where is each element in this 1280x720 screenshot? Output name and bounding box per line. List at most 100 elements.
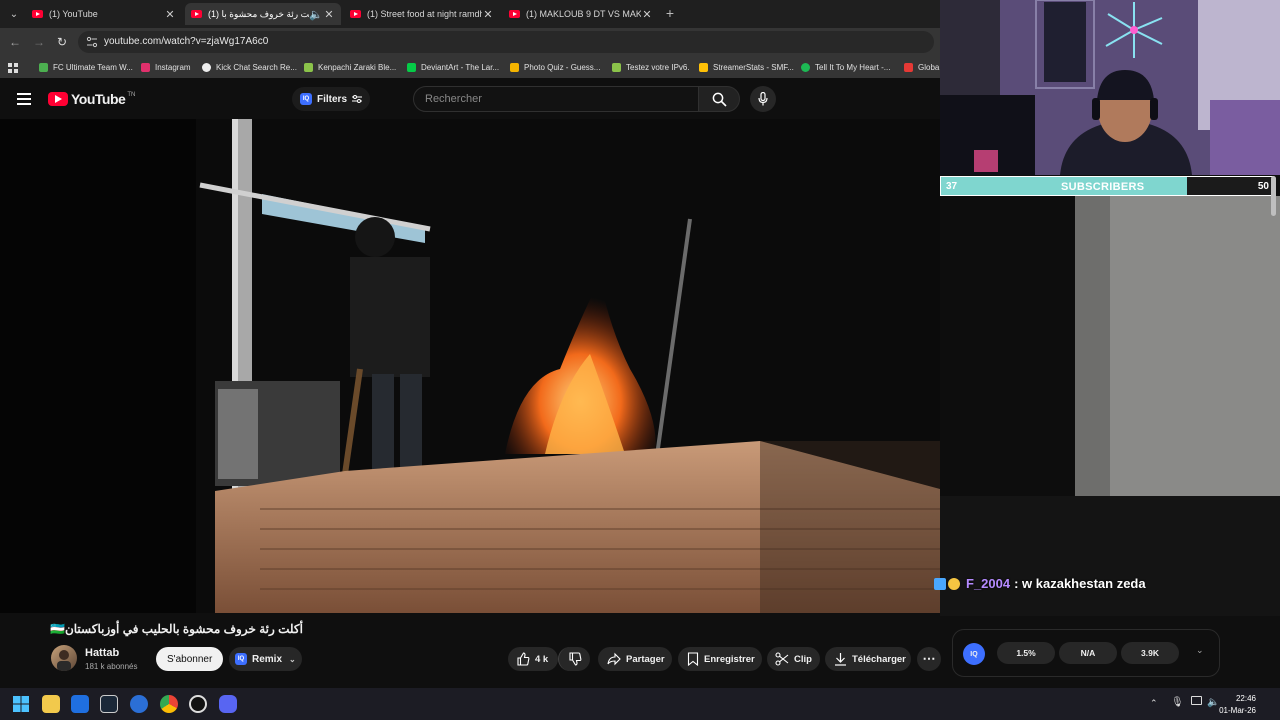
tab-current-video[interactable]: (1) أكلت رئة خروف محشوة با 🔈 ✕	[185, 3, 341, 25]
site-info-icon[interactable]	[86, 36, 98, 48]
remix-label: Remix	[252, 653, 283, 665]
volume-icon[interactable]: 🔈	[1207, 697, 1219, 708]
voice-search-button[interactable]	[750, 86, 776, 112]
browser-tab-strip: ⌄ (1) YouTube ✕ (1) أكلت رئة خروف محشوة …	[0, 0, 940, 28]
close-icon[interactable]: ✕	[641, 8, 653, 21]
subscriber-goal-label: SUBSCRIBERS	[1061, 181, 1145, 193]
bookmark-label: Instagram	[155, 62, 191, 72]
microphone-icon[interactable]: 🎙	[1171, 697, 1184, 708]
video-player[interactable]	[0, 119, 940, 613]
steam-icon[interactable]	[100, 695, 118, 713]
stat-views: 3.9K	[1121, 642, 1179, 664]
discord-icon[interactable]	[219, 695, 237, 713]
save-button[interactable]: Enregistrer	[678, 647, 762, 671]
video-title: أكلت رئة خروف محشوة بالحليب في أوزباكستا…	[50, 622, 303, 636]
chat-username: F_2004	[966, 576, 1011, 591]
dislike-button[interactable]	[558, 647, 590, 671]
forward-icon[interactable]: →	[31, 34, 47, 50]
reload-icon[interactable]: ↻	[54, 34, 70, 50]
bookmarks-bar: FC Ultimate Team W... Instagram Kick Cha…	[0, 56, 940, 78]
speaker-icon[interactable]: 🔈	[309, 8, 323, 21]
tab-makloub[interactable]: (1) MAKLOUB 9 DT VS MAKLOU ✕	[503, 3, 659, 25]
app-icon[interactable]	[130, 695, 148, 713]
windows-start-icon[interactable]	[13, 696, 29, 712]
bookmark-item[interactable]: Globa	[904, 59, 939, 75]
like-button[interactable]: 4 k	[508, 647, 558, 671]
bookmark-label: DeviantArt - The Lar...	[421, 62, 500, 72]
microphone-icon	[758, 92, 768, 106]
filters-label: Filters	[317, 93, 348, 105]
bookmark-favicon-icon	[612, 62, 621, 72]
remix-button[interactable]: IQ Remix ⌄	[229, 647, 302, 671]
download-button[interactable]: Télécharger	[825, 647, 911, 671]
bookmark-favicon-icon	[202, 62, 211, 72]
stat-ratio: N/A	[1059, 642, 1117, 664]
close-icon[interactable]: ✕	[482, 8, 494, 21]
share-label: Partager	[626, 653, 665, 665]
tab-search-button[interactable]: ⌄	[4, 4, 24, 24]
bookmark-item[interactable]: DeviantArt - The Lar...	[407, 59, 499, 75]
tab-title: (1) Street food at night ramdha	[367, 9, 482, 19]
clock[interactable]: 22:46 01-Mar-26	[1219, 693, 1256, 717]
bookmark-label: Photo Quiz - Guess...	[524, 62, 601, 72]
bookmark-item[interactable]: Instagram	[141, 59, 191, 75]
bookmark-item[interactable]: StreamerStats - SMF...	[699, 59, 794, 75]
subscribe-button[interactable]: S'abonner	[156, 647, 224, 671]
back-icon[interactable]: ←	[7, 34, 23, 50]
tab-street-food[interactable]: (1) Street food at night ramdha ✕	[344, 3, 500, 25]
badge-icon	[934, 577, 946, 590]
bookmark-item[interactable]: FC Ultimate Team W...	[39, 59, 133, 75]
youtube-favicon-icon	[191, 10, 202, 18]
obs-icon[interactable]	[189, 695, 207, 713]
chevron-down-icon[interactable]: ⌄	[1196, 645, 1204, 656]
bookmark-item[interactable]: Tell It To My Heart -...	[801, 59, 890, 75]
close-icon[interactable]: ✕	[164, 8, 176, 21]
iq-icon: IQ	[300, 93, 312, 105]
channel-name[interactable]: Hattab	[85, 647, 119, 659]
filters-button[interactable]: IQ Filters	[292, 87, 371, 111]
bookmark-favicon-icon	[304, 62, 313, 72]
search-button[interactable]	[698, 86, 740, 112]
bookmark-item[interactable]: Testez votre IPv6.	[612, 59, 690, 75]
share-button[interactable]: Partager	[598, 647, 672, 671]
apps-grid-icon[interactable]	[8, 61, 19, 73]
menu-icon[interactable]	[17, 93, 31, 105]
webcam-overlay	[940, 0, 1280, 175]
stat-engagement: 1.5%	[997, 642, 1055, 664]
youtube-logo[interactable]: YouTube TN	[48, 91, 135, 107]
display-icon[interactable]	[1191, 696, 1202, 705]
file-explorer-icon[interactable]	[42, 695, 60, 713]
bookmark-item[interactable]: Kick Chat Search Re...	[202, 59, 297, 75]
tab-youtube-home[interactable]: (1) YouTube ✕	[26, 3, 182, 25]
emote-icon	[948, 577, 960, 590]
instagram-icon	[141, 62, 150, 72]
tab-title: (1) أكلت رئة خروف محشوة با	[208, 8, 309, 19]
more-actions-button[interactable]: ⋯	[917, 647, 941, 671]
address-bar[interactable]: youtube.com/watch?v=zjaWg17A6c0	[78, 31, 934, 53]
browser-toolbar: ← → ↻ youtube.com/watch?v=zjaWg17A6c0	[0, 28, 940, 56]
close-icon[interactable]: ✕	[323, 8, 335, 21]
deviantart-icon	[407, 62, 416, 72]
bookmark-label: Globa	[918, 62, 940, 72]
search-input[interactable]	[414, 87, 698, 111]
subscriber-count: 181 k abonnés	[85, 662, 138, 671]
clip-button[interactable]: Clip	[767, 647, 820, 671]
channel-avatar[interactable]	[51, 645, 77, 671]
windows-taskbar: ⌃ 🎙 🔈 22:46 01-Mar-26	[0, 688, 1280, 720]
chevron-up-icon[interactable]: ⌃	[1150, 698, 1158, 709]
side-video-area	[940, 196, 1280, 616]
country-code: TN	[127, 92, 136, 98]
chat-text: : w kazakhestan zeda	[1014, 576, 1146, 591]
bookmark-label: Testez votre IPv6.	[626, 62, 690, 72]
bookmark-item[interactable]: Photo Quiz - Guess...	[510, 59, 600, 75]
chrome-icon[interactable]	[160, 695, 178, 713]
overlay-scrollbar[interactable]	[1271, 176, 1276, 216]
youtube-play-icon	[48, 92, 68, 106]
bookmark-icon	[687, 652, 699, 666]
like-count: 4 k	[535, 653, 549, 665]
thumbs-down-icon	[568, 652, 581, 666]
search-field[interactable]	[413, 86, 699, 112]
outlook-icon[interactable]	[71, 695, 89, 713]
new-tab-button[interactable]: +	[662, 5, 678, 21]
bookmark-item[interactable]: Kenpachi Zaraki Ble...	[304, 59, 396, 75]
